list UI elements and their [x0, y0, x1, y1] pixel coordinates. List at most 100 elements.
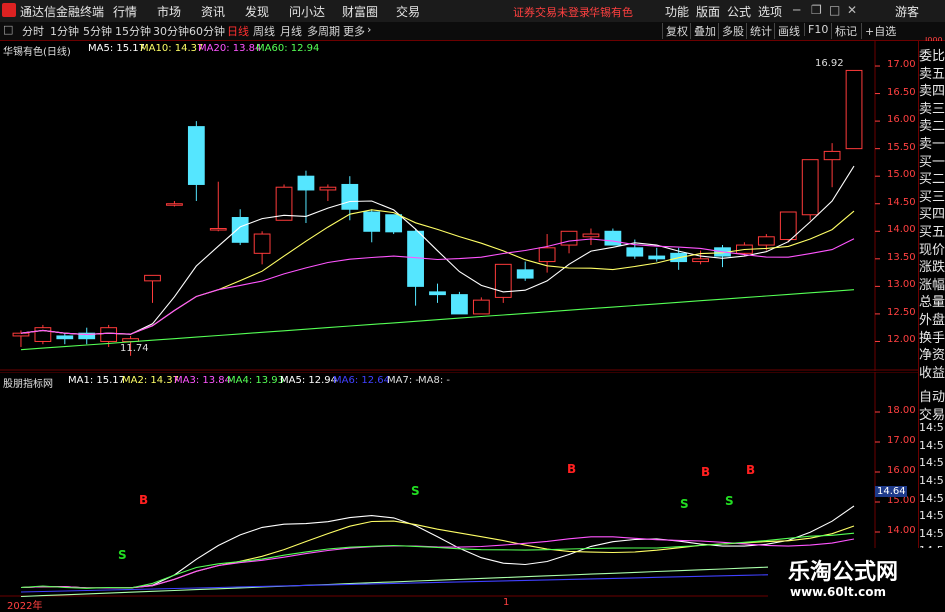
tool-adjust[interactable]: 复权 [662, 23, 688, 39]
trade-label: 14:5 [919, 421, 944, 435]
candle [451, 291, 468, 315]
candle [34, 324, 52, 345]
high-price-label: 16.92 [815, 58, 844, 69]
minimize-icon[interactable]: ─ [793, 3, 800, 17]
signal-buy: B [701, 465, 711, 479]
signal-buy: B [567, 462, 577, 476]
quote-label: 收益 [919, 365, 945, 381]
main-ma60-label: MA60: 12.94 [256, 43, 320, 54]
period-tab-60min[interactable]: 60分钟 [189, 23, 225, 39]
menu-wealth[interactable]: 财富圈 [342, 3, 378, 20]
trade-label: 自动 [919, 390, 945, 405]
main-y-tick: 12.00 [887, 334, 916, 346]
low-price-label: 11.74 [120, 343, 149, 354]
indicator-ma2-label: MA2: 14.37 [122, 375, 180, 386]
tool-draw[interactable]: 画线 [774, 23, 800, 39]
restore-icon[interactable]: ❐ [811, 3, 822, 17]
indicator-ma1-label: MA1: 15.17 [68, 375, 126, 386]
quote-label: 卖一 [919, 137, 945, 152]
period-tab-fenshi[interactable]: 分时 [22, 23, 44, 39]
indicator-ma7-label: MA7: - [387, 375, 419, 386]
period-tab-daily[interactable]: 日线 [227, 23, 249, 39]
indicator-ma2-line [20, 520, 855, 589]
candle [407, 228, 424, 306]
main-y-tick: 12.50 [887, 306, 916, 318]
period-tab-1min[interactable]: 1分钟 [50, 23, 79, 39]
top-menu-bar [0, 0, 945, 23]
quote-label: 现价 [919, 242, 945, 258]
indicator-ma5-line [20, 563, 855, 597]
tool-mark[interactable]: 标记 [831, 23, 857, 39]
trade-label: 14:5 [919, 526, 944, 540]
tool-overlay[interactable]: 叠加 [690, 23, 716, 39]
main-y-tick: 15.00 [887, 169, 916, 181]
indicator-ma6-label: MA6: 12.64 [333, 375, 391, 386]
chevron-right-icon[interactable]: › [367, 23, 371, 36]
menu-discover[interactable]: 发现 [245, 3, 269, 20]
quote-label: 委比 [919, 49, 945, 64]
quote-label: 卖二 [919, 119, 945, 135]
menu-trade[interactable]: 交易 [396, 3, 420, 20]
candle [714, 245, 731, 268]
watermark-title: 乐淘公式网 [788, 560, 899, 585]
indicator-y-tick: 16.00 [887, 465, 916, 476]
indicator-title: 股朋指标网 [3, 379, 53, 390]
period-tab-more[interactable]: 更多 [343, 23, 365, 39]
period-tab-monthly[interactable]: 月线 [280, 23, 302, 39]
guest-button[interactable]: 游客 [895, 3, 919, 20]
candle [253, 231, 271, 265]
app-title: 通达信金融终端 [20, 5, 105, 19]
period-tab-15min[interactable]: 15分钟 [115, 23, 151, 39]
period-tab-30min[interactable]: 30分钟 [153, 23, 189, 39]
quote-label: 外盘 [919, 313, 945, 328]
menu-function[interactable]: 功能 [665, 3, 689, 20]
tool-add-favorite[interactable]: +自选 [861, 23, 896, 39]
quote-label: 买一 [919, 154, 945, 170]
period-tab-5min[interactable]: 5分钟 [83, 23, 112, 39]
quote-label: 换手 [919, 330, 945, 346]
trade-label: 14:5 [919, 456, 944, 470]
menu-quotes[interactable]: 行情 [113, 3, 137, 20]
indicator-ma4-label: MA4: 13.93 [227, 375, 285, 386]
menu-market[interactable]: 市场 [157, 3, 181, 20]
menu-ask[interactable]: 问小达 [289, 3, 325, 20]
menu-formula[interactable]: 公式 [727, 3, 751, 20]
indicator-y-tick: 18.00 [887, 405, 916, 416]
main-ma20-label: MA20: 13.84 [198, 43, 262, 54]
candle [319, 184, 337, 201]
candle [56, 333, 74, 345]
period-tab-multi[interactable]: 多周期 [307, 23, 340, 39]
tool-f10[interactable]: F10 [804, 23, 828, 36]
signal-buy: B [746, 463, 756, 477]
menu-news[interactable]: 资讯 [201, 3, 225, 20]
candle [166, 200, 183, 207]
indicator-y-tick: 17.00 [887, 435, 916, 446]
tool-statistics[interactable]: 统计 [746, 23, 772, 39]
quote-label: 买二 [919, 172, 945, 188]
main-chart[interactable] [0, 41, 918, 371]
indicator-ma8-label: MA8: - [418, 375, 450, 386]
x-axis-start-label: 2022年 [7, 601, 43, 612]
tool-multi-stock[interactable]: 多股 [718, 23, 744, 39]
candle [472, 297, 490, 315]
candle [648, 247, 666, 262]
trade-label: 14:5 [919, 509, 944, 523]
main-y-tick: 14.00 [887, 224, 916, 236]
trade-label: 交易 [919, 407, 945, 423]
candle [779, 211, 797, 243]
menu-layout[interactable]: 版面 [696, 3, 720, 20]
checkbox-icon[interactable]: □ [3, 23, 13, 36]
quote-label: 总量 [919, 295, 945, 311]
maximize-icon[interactable]: □ [829, 3, 840, 17]
period-tab-weekly[interactable]: 周线 [253, 23, 275, 39]
quote-label: 买五 [919, 225, 945, 240]
indicator-ma3-label: MA3: 13.84 [174, 375, 232, 386]
quote-label: 净资 [919, 348, 945, 364]
candle [516, 261, 534, 281]
close-icon[interactable]: ✕ [847, 3, 857, 17]
indicator-ma5-label: MA5: 12.94 [280, 375, 338, 386]
quote-label: 卖五 [919, 66, 945, 82]
menu-options[interactable]: 选项 [758, 3, 782, 20]
login-warning[interactable]: 证券交易未登录 [513, 4, 590, 20]
candle [801, 159, 819, 221]
